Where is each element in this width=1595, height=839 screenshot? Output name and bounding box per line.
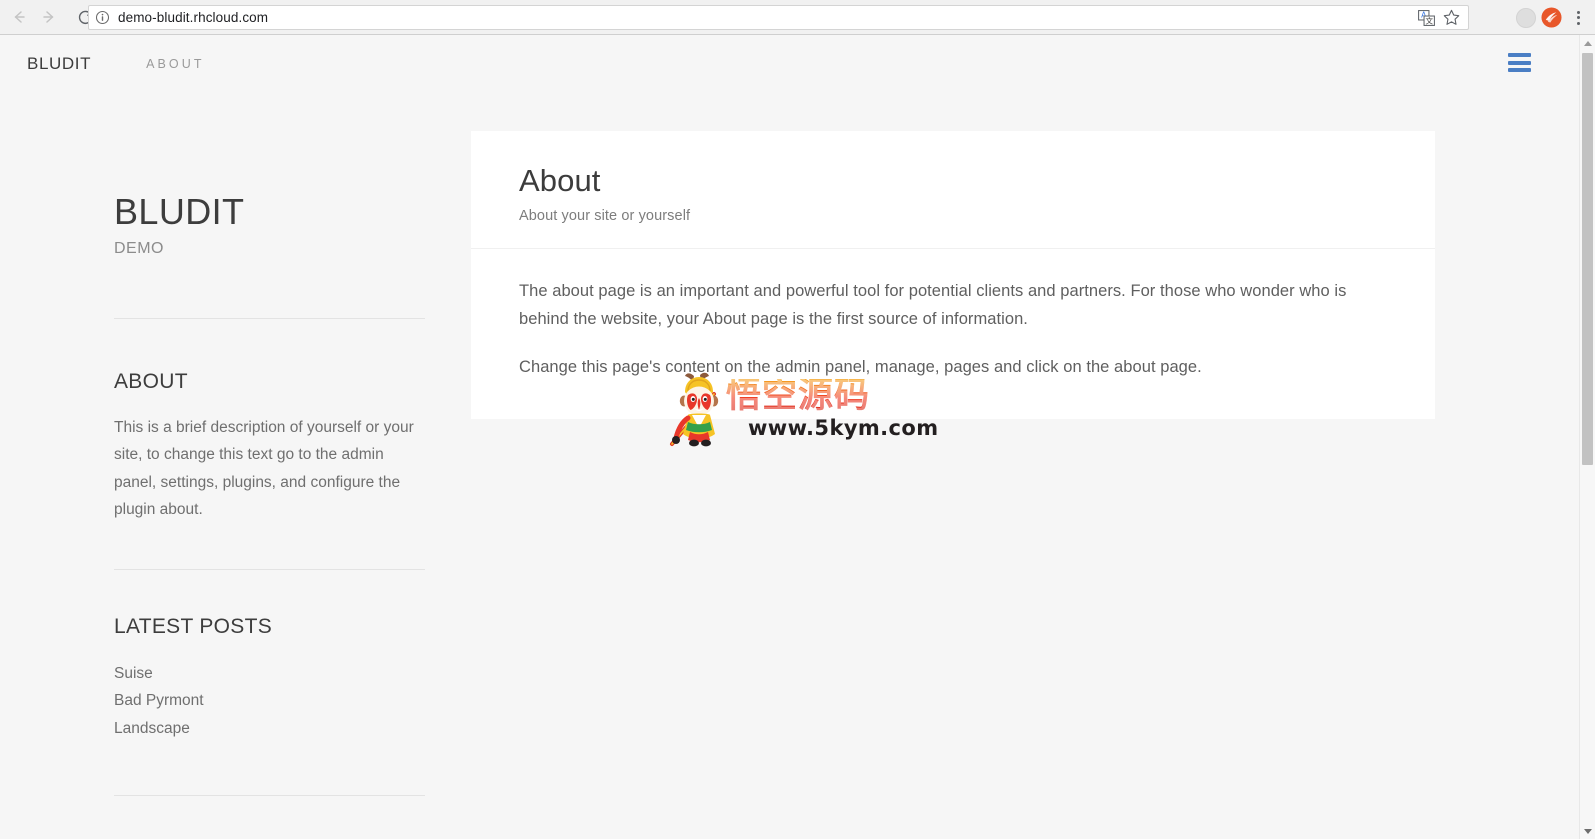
scroll-down-triangle: [1583, 828, 1592, 834]
hamburger-bar: [1508, 60, 1531, 65]
sidebar-divider: [114, 568, 425, 570]
translate-icon[interactable]: A 文: [1418, 9, 1435, 26]
sidebar-widget-title-about: ABOUT: [114, 369, 188, 393]
sidebar-about-text: This is a brief description of yourself …: [114, 418, 414, 519]
back-arrow-icon: [14, 11, 25, 23]
svg-text:文: 文: [1425, 15, 1433, 25]
star-icon[interactable]: [1443, 9, 1460, 26]
sidebar-divider: [114, 795, 425, 797]
vertical-scrollbar[interactable]: [1579, 35, 1595, 839]
menu-dot: [1576, 16, 1580, 19]
navbar-brand[interactable]: BLUDIT: [27, 54, 91, 74]
address-bar[interactable]: demo-bludit.rhcloud.com A 文: [88, 5, 1469, 30]
three-dots-menu-icon[interactable]: [1567, 7, 1589, 29]
menu-dot: [1576, 10, 1580, 14]
list-item: Bad Pyrmont: [114, 687, 426, 715]
body-paragraph: The about page is an important and power…: [519, 282, 1347, 329]
hamburger-bar: [1508, 68, 1531, 72]
sidebar-site-slogan: DEMO: [114, 239, 164, 257]
post-link-bad-pyrmont[interactable]: Bad Pyrmont: [114, 692, 204, 709]
content-card-body: The about page is an important and power…: [471, 249, 1435, 419]
hamburger-bar: [1508, 53, 1531, 57]
navbar-link-about[interactable]: ABOUT: [146, 57, 205, 71]
browser-nav-buttons: [0, 2, 100, 32]
browser-toolbar: demo-bludit.rhcloud.com A 文: [0, 0, 1595, 35]
scroll-down-arrow-icon[interactable]: [1580, 823, 1595, 839]
back-button[interactable]: [4, 2, 34, 32]
scroll-up-triangle: [1583, 40, 1592, 46]
extension-icon[interactable]: [1541, 7, 1562, 28]
watermark-url-text: www.5kym.com: [748, 415, 939, 440]
body-paragraph: Change this page's content on the admin …: [519, 358, 1202, 377]
avatar-icon[interactable]: [1516, 7, 1536, 28]
forward-arrow-icon: [43, 11, 54, 23]
sidebar-site-title: BLUDIT: [114, 191, 245, 232]
url-text[interactable]: demo-bludit.rhcloud.com: [118, 10, 1418, 25]
sidebar: BLUDIT DEMO ABOUT This is a brief descri…: [114, 93, 426, 797]
list-item: Landscape: [114, 715, 426, 743]
page-subtitle: About your site or yourself: [519, 208, 691, 225]
scrollbar-thumb[interactable]: [1582, 53, 1593, 465]
info-circle-icon[interactable]: [95, 10, 110, 25]
list-item: Suise: [114, 660, 426, 688]
forward-button[interactable]: [34, 2, 64, 32]
sidebar-divider: [114, 317, 425, 319]
address-bar-actions: A 文: [1418, 9, 1462, 26]
browser-right-controls: [1516, 4, 1589, 31]
menu-dot: [1576, 21, 1580, 25]
latest-posts-list: Suise Bad Pyrmont Landscape: [114, 660, 426, 743]
content-card-header: About About your site or yourself: [471, 131, 1435, 250]
site-navbar: BLUDIT ABOUT: [0, 35, 1576, 93]
scroll-up-arrow-icon[interactable]: [1580, 35, 1595, 51]
page-title: About: [519, 163, 601, 198]
post-link-landscape[interactable]: Landscape: [114, 720, 190, 737]
page-viewport: BLUDIT ABOUT BLUDIT DEMO ABOUT This is a…: [0, 35, 1595, 839]
sidebar-widget-title-latest-posts: LATEST POSTS: [114, 614, 273, 638]
hamburger-menu-icon[interactable]: [1508, 53, 1531, 72]
content-card: About About your site or yourself The ab…: [471, 131, 1435, 420]
post-link-suise[interactable]: Suise: [114, 665, 153, 682]
